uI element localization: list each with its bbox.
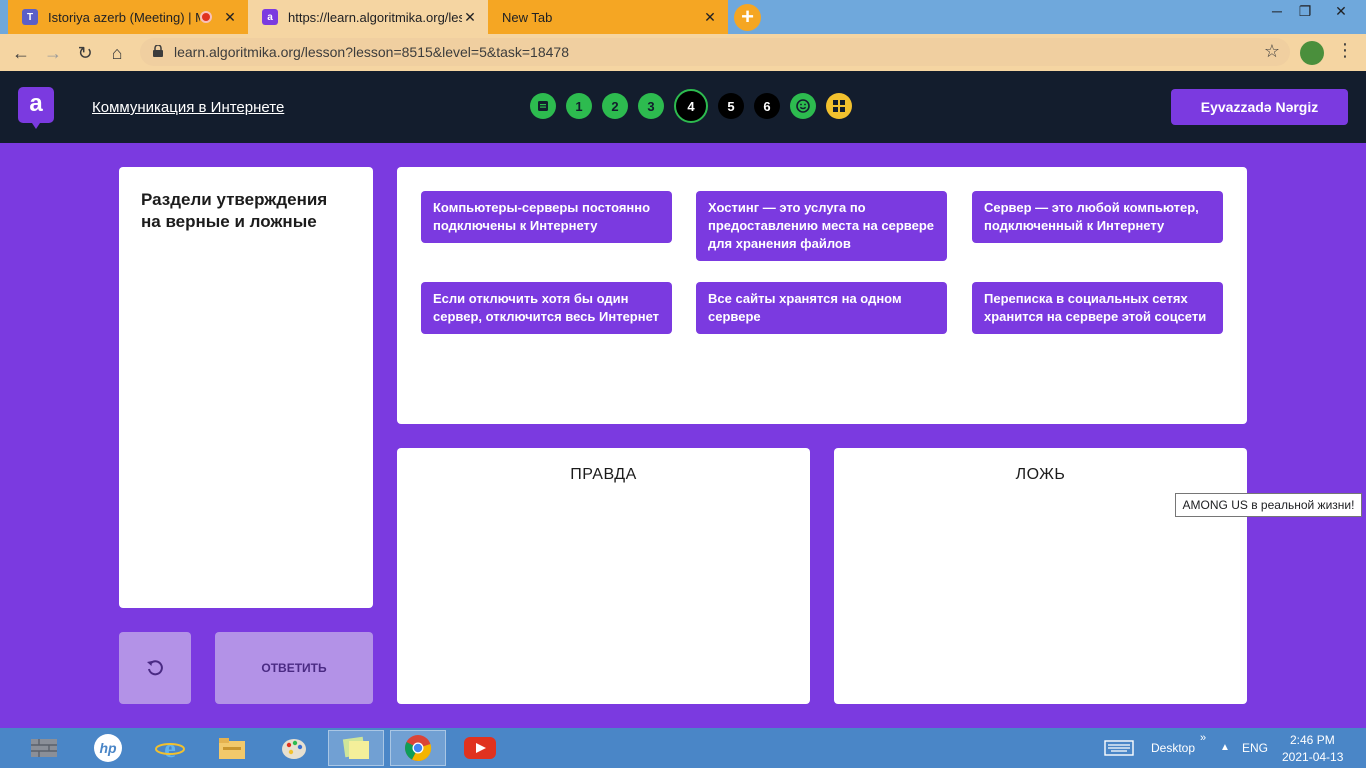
false-zone-label: ЛОЖЬ <box>1015 466 1066 483</box>
paint-icon[interactable] <box>266 730 322 766</box>
statement-card[interactable]: Сервер — это любой компьютер, подключенн… <box>972 191 1223 243</box>
tab-title: https://learn.algoritmika.org/less <box>288 9 462 25</box>
back-icon[interactable]: ← <box>8 40 34 66</box>
lesson-title-link[interactable]: Коммуникация в Интернете <box>92 99 284 116</box>
task-instruction-panel: Раздели утверждения на верные и ложные <box>119 167 373 608</box>
step-5[interactable]: 5 <box>718 93 744 119</box>
step-puzzle-icon[interactable] <box>826 93 852 119</box>
recording-icon <box>200 11 212 23</box>
windows-start-icon[interactable] <box>16 730 72 766</box>
step-6[interactable]: 6 <box>754 93 780 119</box>
url-text: learn.algoritmika.org/lesson?lesson=8515… <box>174 44 569 60</box>
file-explorer-icon[interactable] <box>204 730 260 766</box>
step-theory-icon[interactable] <box>530 93 556 119</box>
browser-tab-teams[interactable]: T Istoriya azerb (Meeting) | Mi ✕ <box>8 0 248 34</box>
windows-taskbar: hp e Desktop » ▲ ENG 2:46 PM 2021-04-13 <box>0 728 1366 768</box>
step-smiley-icon[interactable] <box>790 93 816 119</box>
toolbar-expand-icon[interactable]: » <box>1200 732 1206 744</box>
statements-pool: Компьютеры-серверы постоянно подключены … <box>397 167 1247 424</box>
statement-card[interactable]: Все сайты хранятся на одном сервере <box>696 282 947 334</box>
browser-menu-icon[interactable]: ⋮ <box>1336 40 1354 61</box>
close-tab-button[interactable]: ✕ <box>702 9 718 26</box>
sticky-notes-icon[interactable] <box>328 730 384 766</box>
algoritmika-logo[interactable]: a <box>18 87 54 129</box>
algoritmika-icon: a <box>262 9 278 25</box>
address-bar[interactable]: learn.algoritmika.org/lesson?lesson=8515… <box>140 38 1290 66</box>
task-progress: 1 2 3 4 5 6 <box>530 89 862 123</box>
task-instruction: Раздели утверждения на верные и ложные <box>141 190 328 231</box>
close-tab-button[interactable]: ✕ <box>222 9 238 26</box>
lock-icon <box>153 45 163 57</box>
browser-toolbar: ← → ↻ ⌂ learn.algoritmika.org/lesson?les… <box>0 34 1366 71</box>
home-icon[interactable]: ⌂ <box>104 40 130 66</box>
new-tab-button[interactable]: + <box>734 4 761 31</box>
true-drop-zone[interactable]: ПРАВДА <box>397 448 810 704</box>
answer-button[interactable]: ОТВЕТИТЬ <box>215 632 373 704</box>
reload-icon[interactable]: ↻ <box>72 40 98 66</box>
browser-tab-strip: T Istoriya azerb (Meeting) | Mi ✕ a http… <box>0 0 1366 34</box>
true-zone-label: ПРАВДА <box>570 466 637 483</box>
close-window-icon[interactable]: ✕ <box>1326 0 1356 22</box>
browser-tab-algoritmika[interactable]: a https://learn.algoritmika.org/less ✕ <box>248 0 488 34</box>
statement-card[interactable]: Переписка в социальных сетях хранится на… <box>972 282 1223 334</box>
step-3[interactable]: 3 <box>638 93 664 119</box>
step-2[interactable]: 2 <box>602 93 628 119</box>
teams-icon: T <box>22 9 38 25</box>
svg-text:e: e <box>164 734 176 763</box>
keyboard-icon[interactable] <box>1104 740 1134 759</box>
step-1[interactable]: 1 <box>566 93 592 119</box>
svg-text:hp: hp <box>99 740 117 756</box>
internet-explorer-icon[interactable]: e <box>142 730 198 766</box>
app-header: a Коммуникация в Интернете 1 2 3 4 5 6 E… <box>0 71 1366 143</box>
restore-icon[interactable]: ❐ <box>1290 0 1320 22</box>
step-4-current[interactable]: 4 <box>674 89 708 123</box>
false-drop-zone[interactable]: ЛОЖЬ <box>834 448 1247 704</box>
bookmark-star-icon[interactable]: ☆ <box>1264 41 1280 62</box>
chrome-icon[interactable] <box>390 730 446 766</box>
clock-date[interactable]: 2021-04-13 <box>1282 750 1343 764</box>
profile-avatar[interactable] <box>1300 41 1324 65</box>
statement-card[interactable]: Компьютеры-серверы постоянно подключены … <box>421 191 672 243</box>
tab-title: New Tab <box>502 9 553 25</box>
tab-title: Istoriya azerb (Meeting) | Mi <box>48 9 200 25</box>
browser-tab-new[interactable]: New Tab ✕ <box>488 0 728 34</box>
tooltip: AMONG US в реальной жизни! <box>1175 493 1362 517</box>
minimize-icon[interactable]: ─ <box>1262 0 1292 22</box>
statement-card[interactable]: Если отключить хотя бы один сервер, откл… <box>421 282 672 334</box>
reset-button[interactable] <box>119 632 191 704</box>
desktop-toolbar-label[interactable]: Desktop <box>1151 741 1195 755</box>
undo-icon <box>147 660 163 676</box>
language-indicator[interactable]: ENG <box>1242 741 1268 755</box>
youtube-icon[interactable] <box>452 730 508 766</box>
user-profile-button[interactable]: Eyvazzadə Nərgiz <box>1171 89 1348 125</box>
close-tab-button[interactable]: ✕ <box>462 9 478 26</box>
forward-icon[interactable]: → <box>40 40 66 66</box>
hp-icon[interactable]: hp <box>80 730 136 766</box>
statement-card[interactable]: Хостинг — это услуга по предоставлению м… <box>696 191 947 261</box>
show-hidden-icons[interactable]: ▲ <box>1220 742 1230 753</box>
clock-time[interactable]: 2:46 PM <box>1290 733 1335 747</box>
